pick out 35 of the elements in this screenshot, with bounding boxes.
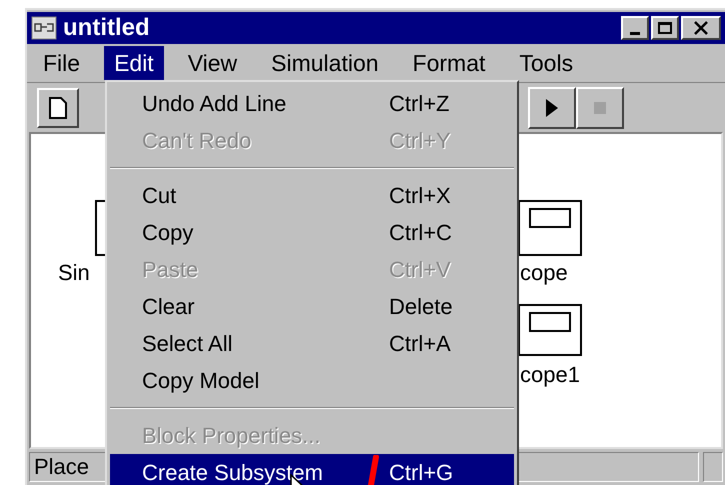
window-title: untitled xyxy=(63,16,150,40)
scope-screen-icon xyxy=(529,208,571,228)
close-button[interactable] xyxy=(681,16,721,40)
app-icon xyxy=(31,16,57,40)
menu-item[interactable]: Undo Add Line Ctrl+Z xyxy=(110,85,514,122)
menu-item[interactable]: Select All Ctrl+A xyxy=(110,325,514,362)
play-icon xyxy=(546,98,558,116)
minimize-button[interactable] xyxy=(621,16,649,40)
menu-bar-item[interactable]: Simulation xyxy=(261,46,389,80)
stop-icon xyxy=(594,102,606,114)
scope-block[interactable] xyxy=(518,200,582,256)
menu-item[interactable]: Copy Model xyxy=(110,362,514,399)
menu-bar-item[interactable]: File xyxy=(33,46,90,80)
close-icon xyxy=(694,21,708,35)
document-icon xyxy=(49,96,67,118)
menu-item[interactable]: Cut Ctrl+X xyxy=(110,177,514,214)
maximize-button[interactable] xyxy=(651,16,679,40)
menu-item[interactable]: Clear Delete xyxy=(110,288,514,325)
block-label: Sin xyxy=(58,260,90,286)
scope-screen-icon xyxy=(529,312,571,332)
pen-mark xyxy=(366,455,380,485)
stop-button[interactable] xyxy=(576,86,624,128)
menu-bar-item[interactable]: View xyxy=(178,46,248,80)
block-label: cope xyxy=(520,260,568,286)
menu-item[interactable]: Create Subsystem Ctrl+G xyxy=(110,454,514,485)
block-label: cope1 xyxy=(520,362,580,388)
new-model-button[interactable] xyxy=(37,88,79,128)
status-text: Place xyxy=(34,456,90,478)
start-button[interactable] xyxy=(528,86,576,128)
menu-bar-item[interactable]: Edit xyxy=(104,46,164,80)
menu-bar-item[interactable]: Format xyxy=(402,46,496,80)
status-panel xyxy=(703,452,723,482)
scope-block[interactable] xyxy=(518,304,582,356)
menu-bar-item[interactable]: Tools xyxy=(509,46,584,80)
menu-item[interactable]: Copy Ctrl+C xyxy=(110,214,514,251)
